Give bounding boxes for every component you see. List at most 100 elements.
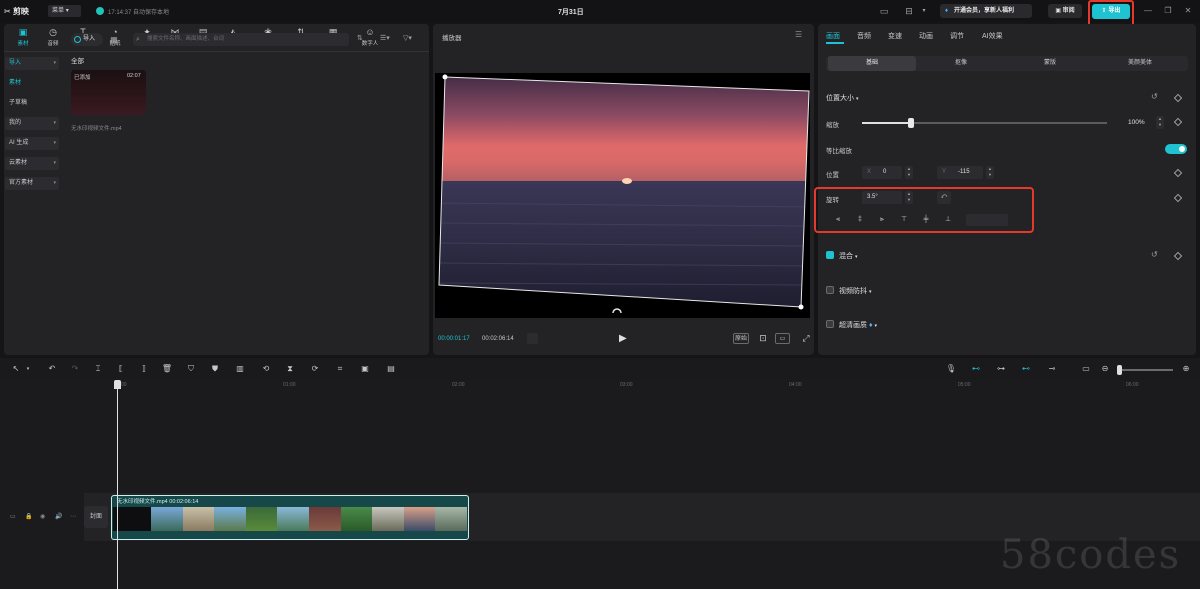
crop-view-icon[interactable]: ⊡	[756, 333, 770, 344]
export-button[interactable]: ⇪ 导出	[1092, 4, 1130, 19]
reset-icon[interactable]: ↺	[1151, 250, 1158, 259]
sidebar-item-2[interactable]: 素材	[5, 77, 21, 90]
mix-checkbox[interactable]	[826, 251, 834, 259]
video-canvas[interactable]	[433, 73, 814, 318]
close-icon[interactable]: ✕	[1182, 5, 1194, 17]
menu-button[interactable]: 菜单 ▾	[48, 5, 81, 17]
frame-icon[interactable]	[527, 333, 538, 344]
review-button[interactable]: ▣ 审阅	[1048, 4, 1082, 18]
position-size-heading[interactable]: 位置大小 ▾	[826, 93, 858, 103]
vip-button[interactable]: ♦ 开通会员，享新人福利	[940, 4, 1032, 18]
subtab-2[interactable]: 抠像	[917, 56, 1005, 71]
shield-icon[interactable]: ⛊	[209, 363, 221, 375]
maximize-icon[interactable]: ❐	[1162, 5, 1174, 17]
stabilize-heading[interactable]: 视频防抖 ▾	[839, 286, 871, 296]
search-input[interactable]: ⌕ 搜索文件名称、画面描述、台词	[133, 33, 349, 46]
screen-icon[interactable]: ▭	[1080, 363, 1092, 375]
mix-heading[interactable]: 混合 ▾	[839, 251, 857, 261]
split-icon[interactable]: ⌶	[92, 363, 104, 375]
sidebar-item-5[interactable]: AI 生成 ▾	[5, 137, 59, 150]
sidebar-item-3[interactable]: 子草稿	[5, 97, 27, 110]
scale-slider-handle[interactable]	[908, 118, 914, 128]
x-prefix: X	[867, 169, 872, 175]
scale-stepper[interactable]: ▲ ▼	[1156, 116, 1164, 129]
position-x-stepper[interactable]: ▲ ▼	[905, 166, 913, 179]
tab-5[interactable]: 调节	[950, 31, 964, 41]
tab-2[interactable]: 音频	[857, 31, 871, 41]
lock-icon[interactable]: 🔒	[25, 513, 32, 520]
split-right-icon[interactable]: ⟧	[138, 363, 150, 375]
microphone-icon[interactable]: 🎙	[945, 363, 957, 375]
redo-icon[interactable]: ↷	[69, 363, 81, 375]
subtab-1[interactable]: 基础	[828, 56, 916, 71]
freeze-icon[interactable]: ▥	[234, 363, 246, 375]
sidebar-item-1[interactable]: 导入 ▾	[5, 57, 59, 70]
subtab-4[interactable]: 美颜美体	[1096, 56, 1184, 71]
subtab-3[interactable]: 蒙版	[1006, 56, 1094, 71]
position-y-stepper[interactable]: ▲ ▼	[986, 166, 994, 179]
list-view-icon[interactable]: ☰▾	[380, 34, 390, 42]
tool-icon: ◷	[49, 27, 57, 37]
app-name: 剪映	[12, 7, 29, 16]
position-y-value: -115	[958, 169, 970, 175]
import-button[interactable]: 导入	[71, 33, 103, 46]
filter-icon[interactable]: ▽▾	[403, 34, 412, 42]
layout-icon[interactable]: ▭	[877, 5, 891, 17]
cover-button[interactable]: 封面	[84, 506, 108, 528]
tool-2[interactable]: ◷ 音频	[38, 26, 68, 50]
ratio-button[interactable]: 原始	[733, 333, 749, 344]
ai-subtitle-icon[interactable]: ▤	[385, 363, 397, 375]
delete-icon[interactable]: 🗑	[161, 363, 173, 375]
scale-value[interactable]: 100%	[1128, 119, 1145, 126]
tab-4[interactable]: 动画	[919, 31, 933, 41]
main-track-magnet-icon[interactable]: ⊷	[970, 363, 982, 375]
zoom-in-icon[interactable]: ⊕	[1180, 363, 1192, 375]
zoom-slider-handle[interactable]	[1117, 365, 1122, 375]
playhead-handle[interactable]	[114, 380, 121, 389]
playhead[interactable]	[117, 380, 118, 589]
eye-icon[interactable]: ◉	[40, 513, 45, 520]
media-panel: ▣素材◷音频T文本◔贴纸✦特效⋈转场▤AI 字幕◭智能包装❀滤镜⇅调节▦模板☺数…	[4, 24, 429, 355]
auto-snap-icon[interactable]: ⊶	[995, 363, 1007, 375]
undo-icon[interactable]: ↶	[46, 363, 58, 375]
zoom-out-icon[interactable]: ⊖	[1099, 363, 1111, 375]
position-x-field[interactable]: X0	[862, 166, 902, 179]
volume-icon[interactable]: 🔊	[55, 513, 62, 520]
stabilize-checkbox[interactable]	[826, 286, 834, 294]
resolution-icon[interactable]: ▭	[775, 333, 790, 344]
menu-icon[interactable]: ☰	[795, 30, 802, 39]
layout-switch-icon[interactable]: ⊟	[902, 5, 916, 17]
track-collapse-icon[interactable]: ▭	[10, 513, 16, 520]
position-y-field[interactable]: Y -115	[937, 166, 983, 179]
chevron-down-icon[interactable]: ▾	[917, 5, 931, 17]
split-left-icon[interactable]: ⟦	[115, 363, 127, 375]
uniform-scale-toggle[interactable]	[1165, 144, 1187, 154]
chevron-down-icon[interactable]: ▾	[22, 363, 34, 375]
sidebar-item-4[interactable]: 我的 ▾	[5, 117, 59, 130]
superres-heading[interactable]: 超清画质 ♦ ▾	[839, 320, 877, 330]
reverse-icon[interactable]: ⟲	[260, 363, 272, 375]
more-icon[interactable]: ⋯	[70, 513, 76, 520]
mirror-icon[interactable]: ⧗	[284, 363, 296, 375]
rotate-tool-icon[interactable]: ⟳	[309, 363, 321, 375]
grid-view-icon[interactable]: ▦	[108, 33, 120, 46]
crop-icon[interactable]: ⌗	[334, 363, 346, 375]
sidebar-item-6[interactable]: 云素材 ▾	[5, 157, 59, 170]
linkage-icon[interactable]: ⊷	[1020, 363, 1032, 375]
zoom-slider[interactable]	[1117, 369, 1173, 371]
ai-tool-icon[interactable]: ▣	[359, 363, 371, 375]
tool-1[interactable]: ▣ 素材	[8, 26, 38, 50]
sidebar-item-7[interactable]: 官方素材 ▾	[5, 177, 59, 190]
superres-checkbox[interactable]	[826, 320, 834, 328]
reset-icon[interactable]: ↺	[1151, 92, 1158, 101]
tab-1[interactable]: 画面	[826, 31, 840, 41]
tab-3[interactable]: 变速	[888, 31, 902, 41]
tab-6[interactable]: AI效果	[982, 31, 1003, 41]
minimize-icon[interactable]: —	[1142, 5, 1154, 17]
sort-icon[interactable]: ⇅	[357, 34, 363, 42]
play-button[interactable]: ▶	[619, 333, 627, 344]
select-tool-icon[interactable]: ↖	[10, 363, 22, 375]
marker-icon[interactable]: ⛉	[185, 363, 197, 375]
fullscreen-icon[interactable]: ⤢	[799, 333, 813, 344]
preview-axis-icon[interactable]: ⊸	[1046, 363, 1058, 375]
